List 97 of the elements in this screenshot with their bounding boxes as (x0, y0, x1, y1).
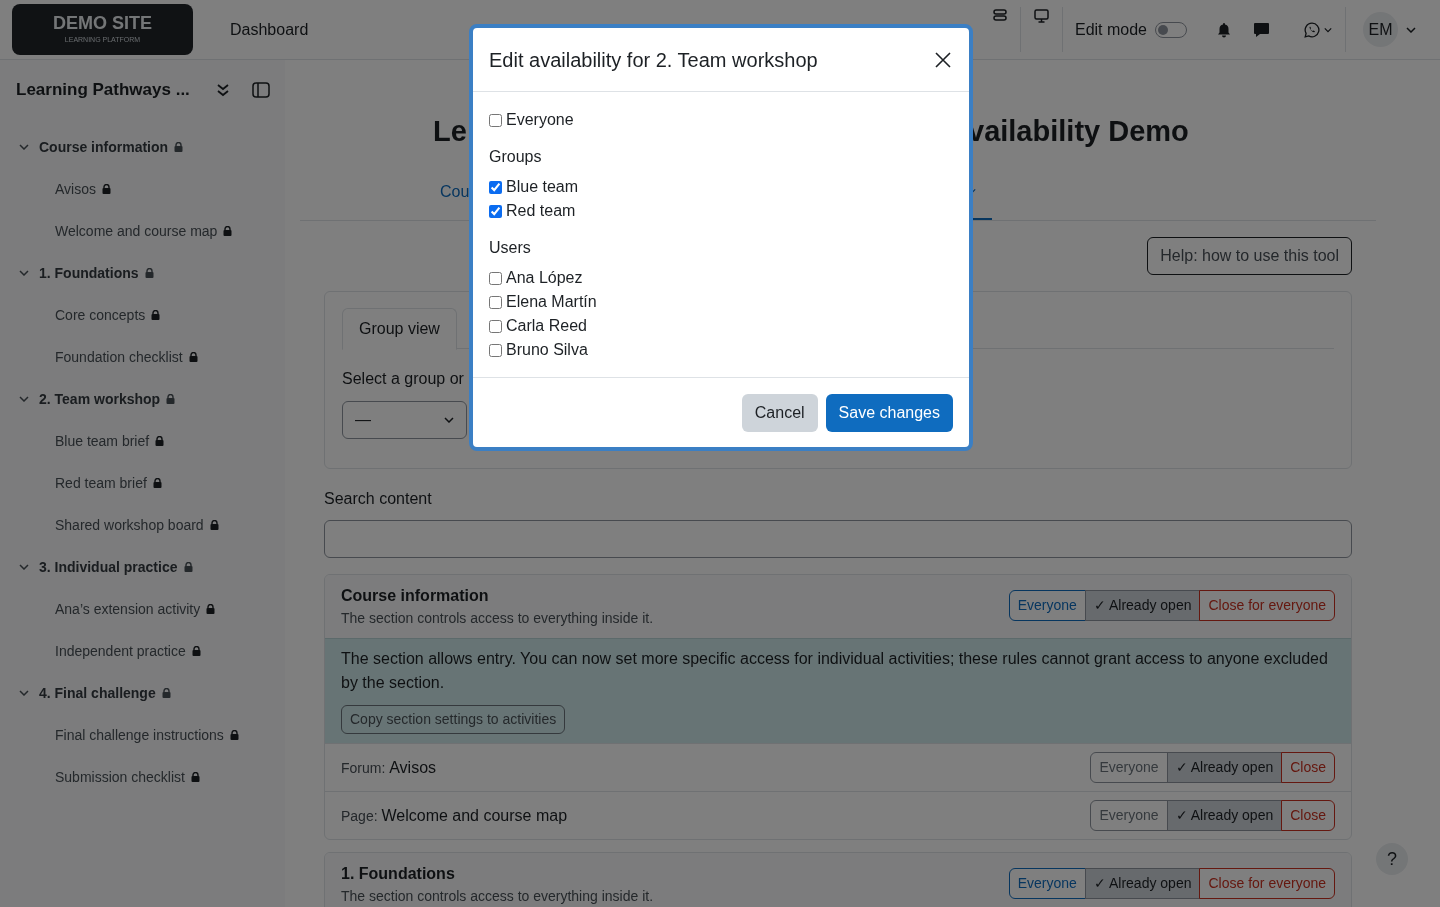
section-link[interactable]: 1. Foundations (39, 262, 139, 284)
access-option[interactable]: ✓ Already open (1084, 590, 1201, 621)
access-option[interactable]: Everyone (1008, 868, 1086, 899)
access-option[interactable]: ✓ Already open (1166, 800, 1283, 831)
help-button[interactable]: Help: how to use this tool (1147, 237, 1352, 275)
save-button[interactable]: Save changes (825, 393, 953, 432)
page-title: Le (433, 114, 467, 149)
group-select-label: Select a group or (342, 369, 465, 389)
nav-link[interactable]: Dashboard (230, 17, 309, 42)
checkbox-label: Red team (506, 201, 576, 221)
chat-icon[interactable] (1253, 21, 1270, 38)
caret-icon (1324, 26, 1332, 33)
activity-link[interactable]: Submission checklist (55, 766, 185, 788)
activity-name: Page: Welcome and course map (341, 805, 568, 826)
page-title: vailability Demo (968, 114, 1189, 149)
access-option[interactable]: Everyone (1090, 800, 1168, 831)
logo-title: DEMO SITE (53, 13, 152, 34)
phone-chat-icon[interactable] (1304, 21, 1320, 38)
close-icon[interactable] (935, 51, 951, 68)
view-tab[interactable]: Group view (342, 308, 457, 350)
checkbox-label: Everyone (506, 110, 574, 130)
search-field[interactable] (324, 520, 1352, 558)
checkbox[interactable] (489, 180, 502, 194)
access-option[interactable]: Everyone (1008, 590, 1086, 621)
access-option[interactable]: Close for everyone (1199, 590, 1335, 621)
lock-icon (229, 730, 239, 740)
checkbox-label: Carla Reed (506, 316, 587, 336)
activity-link[interactable]: Shared workshop board (55, 514, 204, 536)
checkbox[interactable] (489, 343, 502, 357)
lock-icon (191, 646, 201, 656)
cancel-button[interactable]: Cancel (741, 393, 818, 432)
bell-icon[interactable] (1217, 21, 1231, 38)
groups-heading: Groups (489, 147, 543, 167)
checkbox-label: Bruno Silva (506, 340, 588, 360)
caret-icon (444, 417, 454, 423)
activity-link[interactable]: Foundation checklist (55, 346, 183, 368)
activity-link[interactable]: Final challenge instructions (55, 724, 224, 746)
lock-icon (223, 226, 233, 236)
activity-link[interactable]: Red team brief (55, 472, 147, 494)
section-link[interactable]: 3. Individual practice (39, 556, 178, 578)
lock-icon (152, 478, 162, 488)
notice-text: The section allows entry. You can now set more specific access for individual activities; these rules cannot grant access to anyone excluded by the section. (341, 649, 1329, 693)
activity-link[interactable]: Core concepts (55, 304, 146, 326)
section-subtitle: The section controls access to everything inside it. (341, 887, 654, 906)
lock-icon (155, 436, 165, 446)
checkbox-label: Blue team (506, 177, 579, 197)
access-option[interactable]: Everyone (1090, 752, 1168, 783)
checkbox-label: Ana López (506, 268, 583, 288)
access-option[interactable]: Close (1281, 752, 1335, 783)
section-link[interactable]: Course information (39, 136, 169, 158)
checkbox[interactable] (489, 113, 502, 127)
collapse-all-icon[interactable] (216, 83, 230, 97)
edit-mode-label: Edit mode (1074, 19, 1147, 40)
lock-icon (209, 520, 219, 530)
lock-icon (206, 604, 216, 614)
monitor-icon[interactable] (1033, 9, 1049, 23)
group-select[interactable]: — (342, 401, 467, 439)
dialog-title: Edit availability for 2. Team workshop (489, 47, 818, 73)
lock-icon (183, 562, 193, 572)
activity-link[interactable]: Welcome and course map (55, 220, 218, 242)
lock-icon (144, 268, 154, 278)
drawer-icon[interactable] (992, 9, 1007, 21)
section-subtitle: The section controls access to everything inside it. (341, 609, 654, 628)
access-option[interactable]: Close for everyone (1199, 868, 1335, 899)
access-option[interactable]: Close (1281, 800, 1335, 831)
lock-icon (174, 142, 184, 152)
section-link[interactable]: 4. Final challenge (39, 682, 156, 704)
checkbox[interactable] (489, 295, 502, 309)
help-fab[interactable]: ? (1376, 843, 1408, 875)
sidebar-title: Learning Pathways ... (16, 79, 190, 102)
section-title: 1. Foundations (341, 864, 456, 884)
lock-icon (161, 688, 171, 698)
section-link[interactable]: 2. Team workshop (39, 388, 161, 410)
lock-icon (166, 394, 176, 404)
activity-link[interactable]: Avisos (55, 178, 96, 200)
user-avatar[interactable]: EM (1363, 12, 1398, 47)
activity-link[interactable]: Ana’s extension activity (55, 598, 201, 620)
lock-icon (188, 352, 198, 362)
checkbox[interactable] (489, 204, 502, 218)
panel-toggle-icon[interactable] (252, 82, 270, 98)
checkbox[interactable] (489, 271, 502, 285)
checkbox[interactable] (489, 319, 502, 333)
section-title: Course information (341, 586, 490, 606)
lock-icon (190, 772, 200, 782)
lock-icon (151, 310, 161, 320)
activity-name: Forum: Avisos (341, 757, 437, 778)
lock-icon (102, 184, 111, 194)
copy-settings-button[interactable]: Copy section settings to activities (341, 705, 566, 734)
checkbox-label: Elena Martín (506, 292, 597, 312)
search-label: Search content (324, 489, 433, 509)
access-option[interactable]: ✓ Already open (1084, 868, 1201, 899)
activity-link[interactable]: Independent practice (55, 640, 186, 662)
caret-icon (1406, 26, 1416, 33)
edit-mode-toggle[interactable] (1155, 21, 1187, 38)
users-heading: Users (489, 238, 532, 258)
access-option[interactable]: ✓ Already open (1166, 752, 1283, 783)
activity-link[interactable]: Blue team brief (55, 430, 150, 452)
